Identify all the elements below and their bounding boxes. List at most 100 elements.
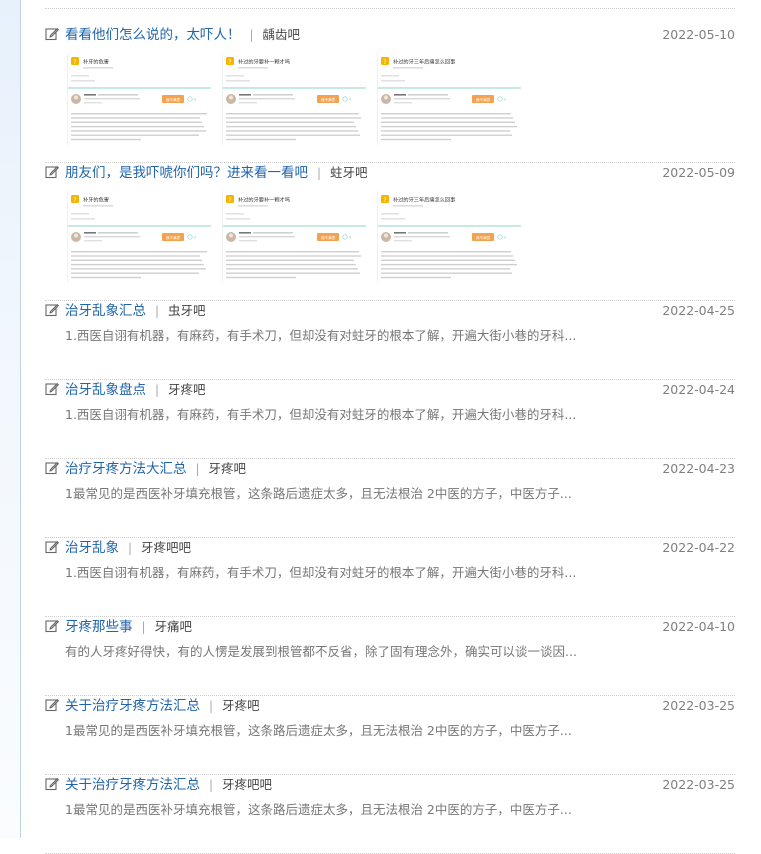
thumbnail-text-line [381, 113, 511, 115]
thumbnail-text-line [226, 113, 359, 115]
svg-text:我不满意: 我不满意 [476, 97, 491, 102]
svg-text:?: ? [73, 197, 76, 204]
thumbnail-text-line [381, 259, 515, 261]
title-separator: | [209, 699, 214, 713]
title-separator: | [155, 304, 160, 318]
left-border-line [20, 0, 21, 838]
post-title-wrap: 治牙乱象汇总 | 虫牙吧 [65, 301, 206, 321]
thumbnail-text-line [381, 130, 510, 132]
svg-text:0: 0 [349, 236, 352, 240]
thumbnail-image[interactable]: ? 补过的牙要补一颗才吗 我不满意 0 [222, 53, 366, 145]
post-date: 2022-04-22 [662, 540, 735, 555]
post-date: 2022-03-25 [662, 698, 735, 713]
thumbnail-text-line [381, 255, 513, 257]
post-summary: 1最常见的是西医补牙填充根管，这条路后遗症太多，且无法根治 2中医的方子，中医方… [65, 486, 572, 501]
thumbnail-image[interactable]: ? 补牙的危害 我不满意 0 [67, 191, 211, 283]
title-row: 治疗牙疼方法大汇总 | 牙疼吧 [45, 459, 645, 479]
thumbnail-text-line [226, 251, 359, 253]
title-row: 治牙乱象 | 牙疼吧吧 [45, 538, 645, 558]
list-item: 牙疼那些事 | 牙痛吧 2022-04-10 有的人牙疼好得快，有的人愣是发展到根管… [45, 617, 735, 696]
thumbnail-text-line [226, 263, 356, 266]
thumbnail-image[interactable]: ? 补过的牙要补一颗才吗 我不满意 0 [222, 191, 366, 283]
thumbnail-heading: 补过的牙三年后痛怎么回事 [393, 196, 455, 204]
post-title-wrap: 治牙乱象 | 牙疼吧吧 [65, 538, 191, 558]
edit-icon [45, 304, 59, 317]
title-row: 治牙乱象汇总 | 虫牙吧 [45, 301, 645, 321]
forum-name[interactable]: 龋齿吧 [263, 27, 301, 42]
edit-icon [45, 166, 59, 179]
title-separator: | [141, 620, 146, 634]
thumbnail-text-line [226, 125, 356, 128]
forum-name[interactable]: 牙疼吧 [209, 461, 247, 476]
edit-icon [45, 462, 59, 475]
forum-name[interactable]: 牙疼吧 [168, 382, 206, 397]
edit-icon [45, 620, 59, 633]
post-title-wrap: 朋友们，是我吓唬你们吗？进来看一看吧 | 蛀牙吧 [65, 163, 368, 183]
post-date: 2022-03-25 [662, 777, 735, 792]
title-row: 治牙乱象盘点 | 牙疼吧 [45, 380, 645, 400]
svg-text:?: ? [228, 197, 231, 204]
thumbnail-text-line [226, 272, 360, 274]
svg-text:我不满意: 我不满意 [321, 97, 336, 102]
forum-name[interactable]: 牙疼吧吧 [141, 540, 191, 555]
thumbnail-text-line [71, 134, 199, 136]
forum-name[interactable]: 虫牙吧 [168, 303, 206, 318]
forum-name[interactable]: 蛀牙吧 [330, 165, 368, 180]
thumbnail-text-line [71, 251, 207, 253]
post-title-link[interactable]: 治牙乱象盘点 [65, 382, 146, 398]
title-row: 关于治疗牙疼方法汇总 | 牙疼吧 [45, 696, 645, 716]
post-title-link[interactable]: 牙疼那些事 [65, 619, 133, 635]
thumbnail-graphic: ? 补过的牙三年后痛怎么回事 我不满意 0 [378, 57, 521, 141]
svg-text:我不满意: 我不满意 [166, 97, 181, 102]
title-row: 看看他们怎么说的，太吓人！ | 龋齿吧 [45, 25, 645, 45]
post-title-link[interactable]: 关于治疗牙疼方法汇总 [65, 777, 200, 793]
thumbnail-graphic: ? 补过的牙要补一颗才吗 我不满意 0 [223, 57, 366, 141]
thumbnail-heading: 补过的牙要补一颗才吗 [238, 196, 290, 204]
svg-text:我不满意: 我不满意 [166, 235, 181, 240]
post-title-link[interactable]: 治牙乱象汇总 [65, 303, 146, 319]
thumbnail-text-line [71, 117, 200, 119]
post-title-link[interactable]: 朋友们，是我吓唬你们吗？进来看一看吧 [65, 165, 308, 181]
title-separator: | [317, 166, 322, 180]
post-title-wrap: 关于治疗牙疼方法汇总 | 牙疼吧吧 [65, 775, 272, 795]
edit-icon [45, 541, 59, 554]
thumbnail-text-line [381, 125, 517, 128]
forum-name[interactable]: 牙疼吧吧 [222, 777, 272, 792]
post-summary: 1最常见的是西医补牙填充根管，这条路后遗症太多，且无法根治 2中医的方子，中医方… [65, 802, 572, 817]
post-title-wrap: 治疗牙疼方法大汇总 | 牙疼吧 [65, 459, 246, 479]
post-date: 2022-04-23 [662, 461, 735, 476]
svg-text:0: 0 [194, 236, 197, 240]
thumbnail-text-line [381, 117, 513, 119]
title-separator: | [128, 541, 133, 555]
post-title-link[interactable]: 治疗牙疼方法大汇总 [65, 461, 187, 477]
thumbnail-text-line [71, 138, 141, 141]
post-title-link[interactable]: 关于治疗牙疼方法汇总 [65, 698, 200, 714]
title-row: 牙疼那些事 | 牙痛吧 [45, 617, 645, 637]
post-date: 2022-05-09 [662, 165, 735, 180]
edit-icon [45, 383, 59, 396]
title-row: 关于治疗牙疼方法汇总 | 牙疼吧吧 [45, 775, 645, 795]
thumbnail-image[interactable]: ? 补过的牙三年后痛怎么回事 我不满意 0 [377, 191, 521, 283]
edit-icon [45, 778, 59, 791]
thumbnail-text-line [226, 121, 354, 123]
svg-text:?: ? [383, 59, 386, 66]
thumbnail-image[interactable]: ? 补过的牙三年后痛怎么回事 我不满意 0 [377, 53, 521, 145]
forum-name[interactable]: 牙疼吧 [222, 698, 260, 713]
svg-text:?: ? [383, 197, 386, 204]
svg-text:0: 0 [504, 236, 507, 240]
thumbnail-text-line [71, 259, 202, 261]
post-date: 2022-05-10 [662, 27, 735, 42]
forum-name[interactable]: 牙痛吧 [155, 619, 193, 634]
thumbnail-text-line [381, 268, 510, 270]
thumbnail-text-line [226, 130, 358, 132]
thumbnail-text-line [381, 138, 451, 141]
list-item: 看看他们怎么说的，太吓人！ | 龋齿吧 2022-05-10 ? 补牙的危害 我不满… [45, 25, 735, 163]
thumbnail-image[interactable]: ? 补牙的危害 我不满意 0 [67, 53, 211, 145]
thumbnail-text-line [71, 263, 204, 266]
list-item: 关于治疗牙疼方法汇总 | 牙疼吧 2022-03-25 1最常见的是西医补牙填充根管… [45, 696, 735, 775]
post-title-link[interactable]: 看看他们怎么说的，太吓人！ [65, 27, 241, 43]
list-item: 治牙乱象盘点 | 牙疼吧 2022-04-24 1.西医自诩有机器，有麻药，有手术刀… [45, 380, 735, 459]
svg-text:?: ? [228, 59, 231, 66]
post-title-link[interactable]: 治牙乱象 [65, 540, 119, 556]
svg-text:?: ? [73, 59, 76, 66]
